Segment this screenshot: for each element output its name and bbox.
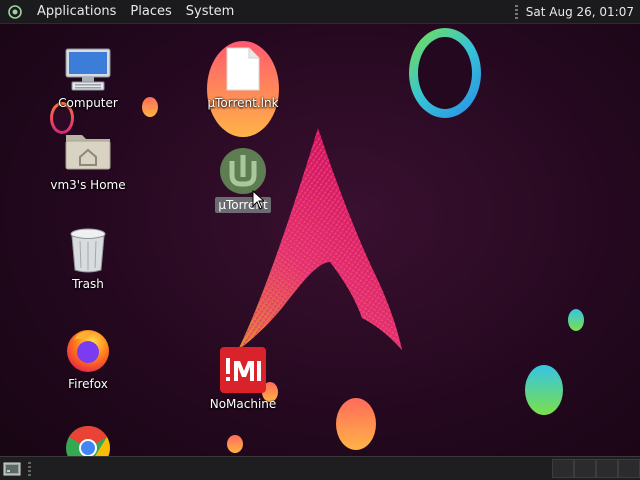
file-icon [219,45,267,93]
nomachine-icon [219,346,267,394]
computer-icon [64,45,112,93]
home-folder-icon [64,127,112,175]
workspace-3[interactable] [596,459,618,478]
bottom-panel [0,456,640,480]
icon-label: NoMachine [209,397,277,411]
utorrent-icon [219,147,267,195]
desktop-icon-trash[interactable]: Trash [43,226,133,292]
desktop-icon-nomachine[interactable]: NoMachine [198,346,288,412]
icon-label: Firefox [68,377,108,391]
icon-label: Trash [72,277,104,291]
mouse-cursor-icon [252,190,266,210]
desktop-icon-utorrent-lnk[interactable]: µTorrent.lnk [198,41,288,137]
desktop-icon-computer[interactable]: Computer [43,45,133,111]
firefox-icon [64,326,112,374]
icon-label: Computer [58,96,118,110]
trash-icon [64,226,112,274]
desktop-icon-firefox[interactable]: Firefox [43,326,133,392]
icon-label: µTorrent.lnk [207,96,279,110]
workspace-4[interactable] [618,459,640,478]
icon-label: vm3's Home [50,178,126,192]
show-desktop-icon[interactable] [3,461,21,476]
workspace-1[interactable] [552,459,574,478]
workspace-2[interactable] [574,459,596,478]
desktop-icon-utorrent[interactable]: µTorrent [198,147,288,213]
desktop-icon-home[interactable]: vm3's Home [43,127,133,193]
panel-grip[interactable] [28,462,31,476]
